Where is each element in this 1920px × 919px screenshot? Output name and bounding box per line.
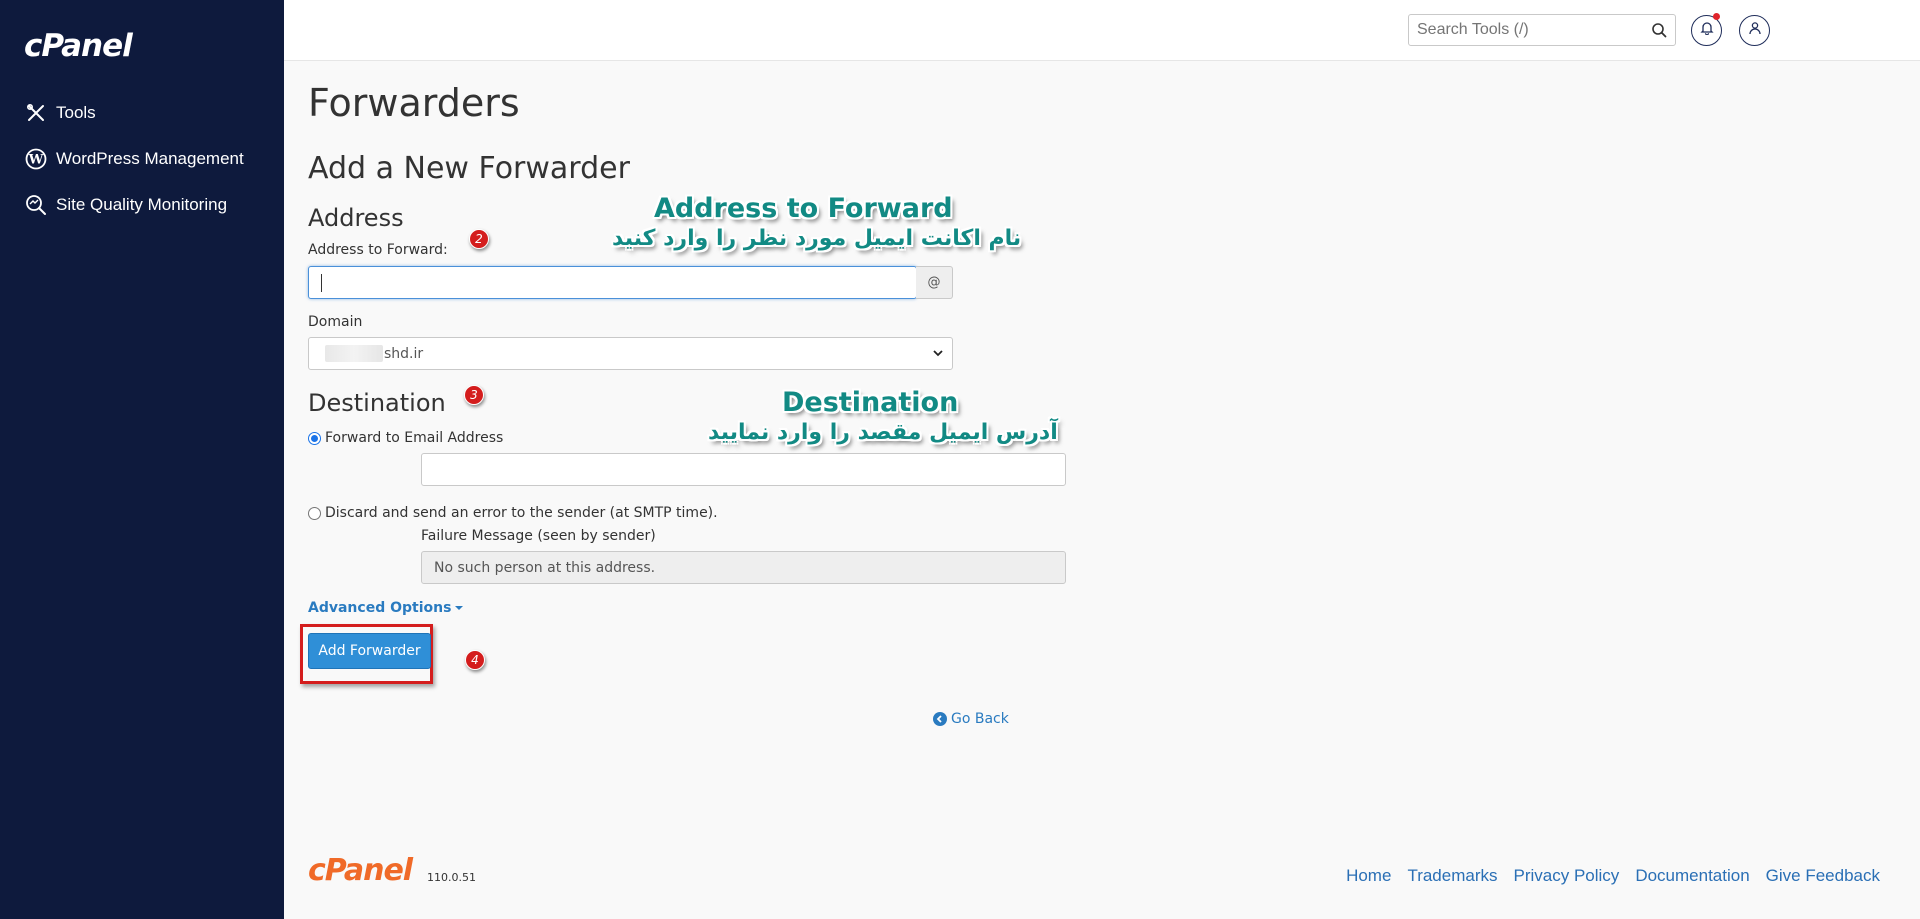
at-symbol-addon: @ (916, 266, 953, 299)
notification-dot (1713, 13, 1720, 20)
advanced-options-toggle[interactable]: Advanced Options (308, 600, 464, 616)
tools-icon (24, 101, 48, 125)
failure-message-value: No such person at this address. (434, 560, 656, 576)
sidebar-item-label: WordPress Management (56, 149, 244, 168)
address-to-forward-label: Address to Forward: (308, 242, 448, 258)
sidebar-item-label: Site Quality Monitoring (56, 195, 228, 214)
step-badge-4: 4 (465, 650, 485, 670)
advanced-options-label: Advanced Options (308, 600, 452, 616)
failure-message-input[interactable]: No such person at this address. (421, 551, 1066, 584)
domain-select[interactable]: shd.ir (308, 337, 953, 370)
wordpress-icon: W (24, 147, 48, 171)
top-header (284, 0, 1920, 61)
add-forwarder-button[interactable]: Add Forwarder (308, 633, 431, 669)
discard-option[interactable]: Discard and send an error to the sender … (308, 505, 718, 521)
domain-value: shd.ir (384, 346, 424, 362)
go-back-label: Go Back (951, 711, 1009, 727)
svg-text:W: W (28, 153, 44, 168)
footer-link-give-feedback[interactable]: Give Feedback (1766, 866, 1880, 886)
sidebar-item-site-quality[interactable]: Site Quality Monitoring (0, 182, 284, 228)
address-to-forward-input[interactable] (308, 266, 917, 299)
main-content: Forwarders Add a New Forwarder Address A… (284, 61, 1920, 919)
bell-icon (1699, 21, 1714, 40)
user-icon (1748, 21, 1762, 40)
annotation-address-subtitle: نام اکانت ایمیل مورد نظر را وارد کنید (612, 226, 1022, 251)
forward-email-label: Forward to Email Address (325, 430, 504, 446)
address-heading: Address (308, 204, 404, 232)
redacted-domain-part (325, 345, 383, 362)
forward-email-option[interactable]: Forward to Email Address (308, 430, 503, 446)
destination-heading: Destination (308, 389, 446, 417)
arrow-left-circle-icon (933, 712, 947, 726)
annotation-destination-title: Destination (782, 387, 959, 418)
step-badge-2: 2 (469, 229, 489, 249)
user-menu-button[interactable] (1739, 15, 1770, 46)
step-badge-3: 3 (464, 385, 484, 405)
domain-label: Domain (308, 314, 363, 330)
section-title: Add a New Forwarder (308, 151, 630, 186)
search-icon[interactable] (1651, 22, 1667, 43)
sidebar-item-wordpress[interactable]: W WordPress Management (0, 136, 284, 182)
version-number: 110.0.51 (427, 871, 476, 884)
discard-radio[interactable] (308, 506, 321, 520)
annotation-destination-subtitle: آدرس ایمیل مقصد را وارد نمایید (708, 420, 1058, 445)
caret-down-icon (455, 606, 464, 610)
chevron-down-icon (932, 347, 944, 363)
footer-link-privacy-policy[interactable]: Privacy Policy (1514, 866, 1620, 886)
footer-links: Home Trademarks Privacy Policy Documenta… (1346, 866, 1880, 886)
text-cursor (321, 274, 322, 292)
annotation-address-title: Address to Forward (654, 193, 953, 224)
discard-label: Discard and send an error to the sender … (325, 505, 718, 521)
sidebar-item-label: Tools (56, 103, 96, 122)
search-box (1408, 14, 1676, 46)
destination-email-input[interactable] (421, 453, 1066, 486)
failure-message-label: Failure Message (seen by sender) (421, 528, 656, 544)
notifications-button[interactable] (1691, 13, 1722, 46)
footer-link-trademarks[interactable]: Trademarks (1407, 866, 1497, 886)
sidebar: cPanel Tools W WordPress Management Site… (0, 0, 284, 919)
footer-link-documentation[interactable]: Documentation (1635, 866, 1749, 886)
sidebar-nav: Tools W WordPress Management Site Qualit… (0, 90, 284, 228)
site-quality-icon (24, 193, 48, 217)
sidebar-item-tools[interactable]: Tools (0, 90, 284, 136)
cpanel-logo[interactable]: cPanel (24, 28, 133, 64)
page-title: Forwarders (308, 81, 520, 125)
footer-link-home[interactable]: Home (1346, 866, 1391, 886)
footer-cpanel-logo: cPanel (308, 853, 413, 888)
forward-email-radio[interactable] (308, 431, 321, 445)
go-back-link[interactable]: Go Back (933, 711, 1009, 727)
search-input[interactable] (1409, 15, 1639, 45)
